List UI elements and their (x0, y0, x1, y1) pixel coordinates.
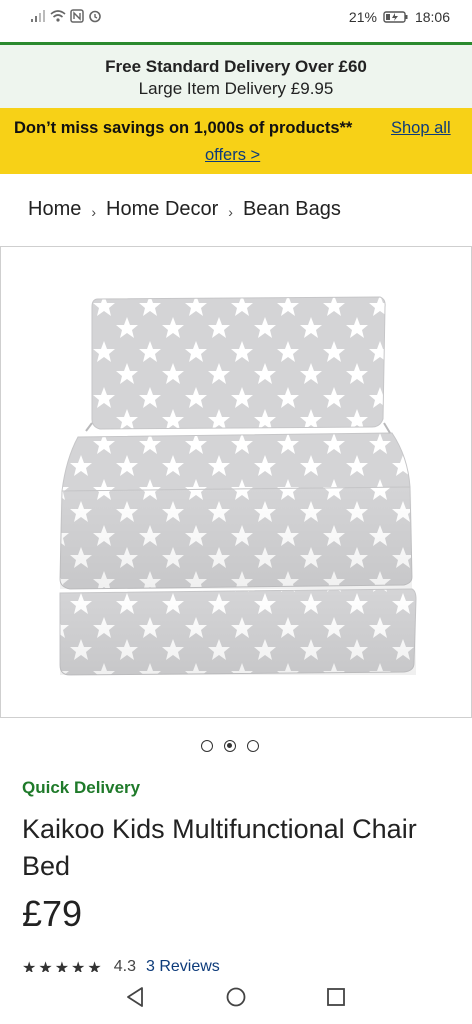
gallery-dot-1[interactable] (201, 740, 213, 752)
recents-icon[interactable] (326, 986, 346, 1008)
gallery-dot-2-active[interactable] (224, 740, 236, 752)
rating-stars-icon: ★★★★★ (22, 960, 104, 972)
delivery-banner: Free Standard Delivery Over £60 Large It… (0, 45, 472, 108)
reviews-link[interactable]: 3 Reviews (146, 958, 220, 972)
wifi-icon (50, 10, 66, 22)
product-rating[interactable]: ★★★★★ 4.3 3 Reviews (22, 958, 220, 972)
promo-banner: Don’t miss savings on 1,000s of products… (0, 108, 472, 174)
breadcrumb-bean-bags[interactable]: Bean Bags (243, 198, 341, 221)
chevron-right-icon: › (228, 203, 233, 220)
chevron-right-icon: › (91, 203, 97, 220)
battery-percent: 21% (348, 9, 377, 25)
status-icons-right: 21% 18:06 (349, 9, 450, 25)
battery-charging-icon (383, 11, 408, 23)
breadcrumb-home[interactable]: Home (28, 198, 81, 221)
quick-delivery-badge: Quick Delivery (22, 778, 141, 797)
status-icons-left (30, 9, 102, 23)
alarm-icon (89, 10, 101, 23)
product-title: Kaikoo Kids Multifunctional Chair Bed (22, 814, 417, 881)
home-icon[interactable] (225, 986, 247, 1008)
product-image-gallery[interactable] (0, 246, 472, 718)
delivery-banner-line2: Large Item Delivery £9.95 (138, 79, 334, 98)
gallery-pagination (201, 740, 259, 752)
delivery-banner-line1: Free Standard Delivery Over £60 (105, 57, 367, 76)
product-price: £79 (22, 893, 83, 934)
breadcrumb-home-decor[interactable]: Home Decor (106, 198, 218, 221)
rating-value: 4.3 (113, 958, 136, 972)
system-navigation-bar (0, 972, 472, 1024)
product-image (59, 296, 417, 676)
shop-all-offers-link[interactable]: Shop all (391, 119, 451, 138)
shop-all-offers-link-continued[interactable]: offers > (205, 146, 260, 165)
breadcrumb: Home › Home Decor › Bean Bags (28, 198, 341, 221)
promo-message: Don’t miss savings on 1,000s of products… (14, 119, 353, 137)
back-icon[interactable] (125, 986, 145, 1008)
gallery-dot-3[interactable] (247, 740, 259, 752)
status-time: 18:06 (414, 9, 450, 25)
status-bar: 21% 18:06 (0, 0, 472, 38)
signal-icon (31, 10, 45, 22)
nfc-icon (70, 9, 84, 23)
